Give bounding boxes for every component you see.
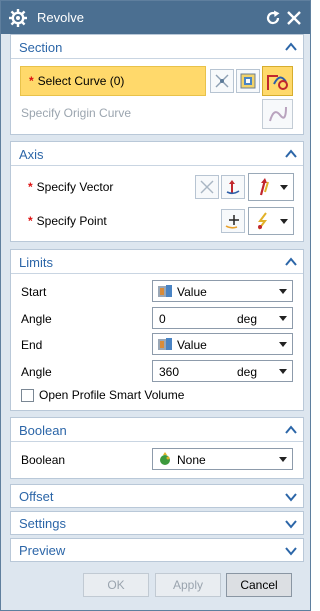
point-type-dropdown[interactable] <box>248 207 294 235</box>
specify-point-row: * Specify Point <box>28 214 107 228</box>
chevron-up-icon[interactable] <box>285 41 297 53</box>
specify-point-label: Specify Point <box>36 214 107 228</box>
end-angle-label: Angle <box>21 365 52 379</box>
open-profile-row: Open Profile Smart Volume <box>11 387 303 405</box>
axis-header-label: Axis <box>19 147 44 162</box>
chevron-down-icon <box>285 547 297 556</box>
axis-header[interactable]: Axis <box>11 142 303 166</box>
end-angle-value: 360 <box>159 365 180 379</box>
chevron-down-icon <box>285 520 297 529</box>
start-angle-unit: deg <box>237 312 258 326</box>
section-header-label: Section <box>19 40 63 55</box>
end-angle-input[interactable]: 360 deg <box>152 360 293 382</box>
section-panel: Section * Select Curve (0) Specify Origi… <box>10 34 304 135</box>
start-angle-label: Angle <box>21 312 52 326</box>
select-curve-icon <box>267 75 288 90</box>
required-star: * <box>28 214 33 228</box>
vector-icon <box>226 180 240 195</box>
point-dialog-button[interactable] <box>221 209 245 233</box>
title-bar: Revolve <box>1 1 310 34</box>
point-icon <box>258 212 267 230</box>
gear-icon <box>9 9 27 27</box>
curve-rule-icon <box>215 74 229 88</box>
end-angle-unit: deg <box>237 365 258 379</box>
required-star: * <box>29 74 34 88</box>
offset-panel-header[interactable]: Offset <box>10 484 304 508</box>
open-profile-checkbox[interactable] <box>21 389 34 402</box>
value-icon <box>158 285 172 297</box>
vector-icon <box>259 178 269 196</box>
apply-button[interactable]: Apply <box>155 573 221 597</box>
boolean-none-icon <box>160 452 170 465</box>
chevron-up-icon[interactable] <box>285 148 297 160</box>
limits-header-label: Limits <box>19 255 53 270</box>
vector-type-dropdown[interactable] <box>248 173 294 201</box>
preview-header-label: Preview <box>19 543 66 558</box>
boolean-value: None <box>177 453 206 467</box>
chevron-up-icon[interactable] <box>285 424 297 436</box>
ok-button[interactable]: OK <box>83 573 149 597</box>
feature-curve-button[interactable] <box>236 69 260 93</box>
curve-rule-button[interactable] <box>210 69 234 93</box>
feature-curve-icon <box>240 73 256 89</box>
chevron-down-icon[interactable] <box>279 369 287 375</box>
required-star: * <box>28 180 33 194</box>
curve-rule-icon <box>200 180 214 194</box>
select-curve-button[interactable] <box>262 66 293 96</box>
limits-header[interactable]: Limits <box>11 250 303 274</box>
select-curve-label: Select Curve (0) <box>37 74 125 88</box>
dialog-title: Revolve <box>37 10 84 25</box>
point-dialog-icon <box>225 215 239 229</box>
chevron-down-icon <box>279 457 287 462</box>
boolean-header[interactable]: Boolean <box>11 418 303 442</box>
close-icon[interactable] <box>285 9 303 27</box>
origin-curve-button[interactable] <box>262 99 293 129</box>
chevron-down-icon <box>280 185 288 190</box>
boolean-select[interactable]: None <box>152 448 293 470</box>
vector-dialog-button[interactable] <box>221 175 245 199</box>
chevron-down-icon <box>279 342 287 347</box>
boolean-panel: Boolean Boolean None <box>10 417 304 479</box>
select-curve-row[interactable]: * Select Curve (0) <box>20 66 206 96</box>
open-profile-label: Open Profile Smart Volume <box>39 388 185 402</box>
vector-reverse-button[interactable] <box>195 175 219 199</box>
chevron-down-icon <box>279 289 287 294</box>
chevron-down-icon <box>280 219 288 224</box>
start-angle-input[interactable]: 0 deg <box>152 307 293 329</box>
boolean-label: Boolean <box>21 453 66 467</box>
preview-panel-header[interactable]: Preview <box>10 538 304 562</box>
end-type-value: Value <box>177 338 207 352</box>
specify-origin-curve-label: Specify Origin Curve <box>21 106 132 120</box>
start-type-value: Value <box>177 285 207 299</box>
chevron-down-icon <box>285 493 297 502</box>
end-type-select[interactable]: Value <box>152 333 293 355</box>
offset-header-label: Offset <box>19 489 54 504</box>
chevron-up-icon[interactable] <box>285 256 297 268</box>
limits-panel: Limits Start Value Angle 0 deg End Value <box>10 249 304 411</box>
end-label: End <box>21 338 43 352</box>
axis-panel: Axis * Specify Vector * Specify Point <box>10 141 304 242</box>
reset-icon[interactable] <box>264 9 282 27</box>
chevron-down-icon[interactable] <box>279 316 287 322</box>
cancel-button[interactable]: Cancel <box>226 573 292 597</box>
revolve-dialog: Revolve Section * Select Curve (0) Speci… <box>0 0 311 611</box>
start-label: Start <box>21 285 47 299</box>
origin-curve-icon <box>269 106 287 122</box>
specify-vector-label: Specify Vector <box>36 180 114 194</box>
boolean-header-label: Boolean <box>19 423 67 438</box>
start-type-select[interactable]: Value <box>152 280 293 302</box>
settings-header-label: Settings <box>19 516 66 531</box>
section-header[interactable]: Section <box>11 35 303 59</box>
start-angle-value: 0 <box>159 312 166 326</box>
value-icon <box>158 338 172 350</box>
specify-vector-row: * Specify Vector <box>28 180 113 194</box>
settings-panel-header[interactable]: Settings <box>10 511 304 535</box>
